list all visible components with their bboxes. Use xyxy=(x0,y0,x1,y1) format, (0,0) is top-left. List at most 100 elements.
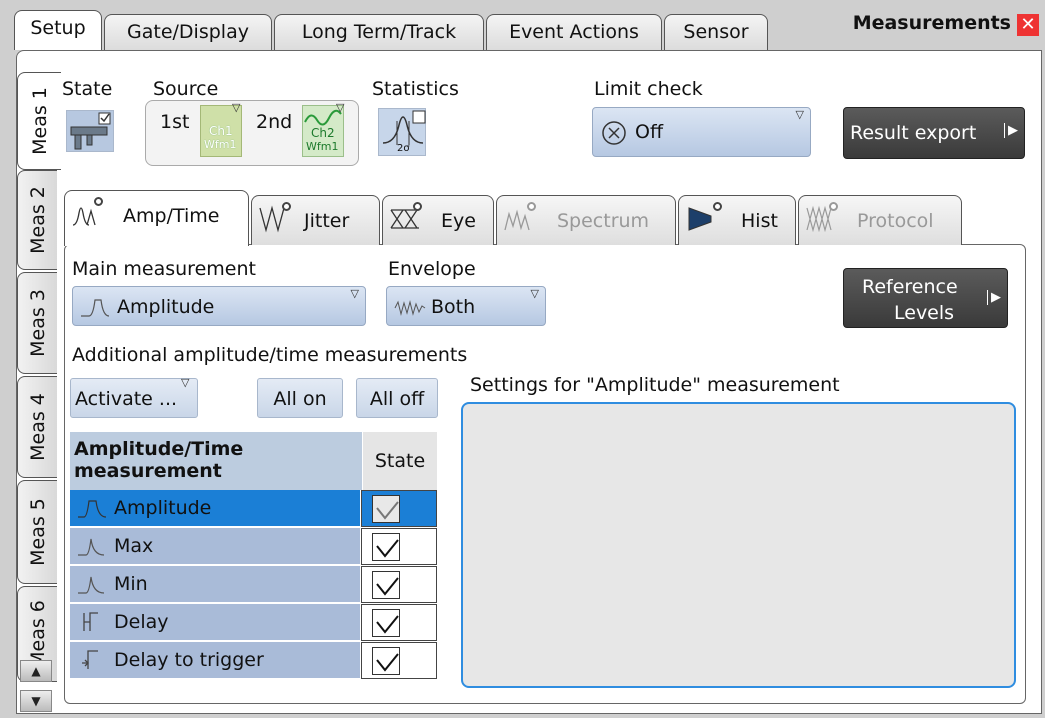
source-1st-label: 1st xyxy=(160,111,190,133)
sub-tab-jitter[interactable]: Jitter xyxy=(251,195,380,245)
main-measurement-dropdown[interactable]: Amplitude ▽ xyxy=(72,286,366,326)
checkmark-icon xyxy=(376,577,399,596)
min-checkbox[interactable] xyxy=(372,571,400,599)
eye-dot xyxy=(413,202,422,211)
amplitude-checkbox[interactable] xyxy=(372,495,400,523)
amp-time-active-dot xyxy=(94,197,103,206)
amplitude-icon xyxy=(78,500,107,518)
state-cell xyxy=(361,528,437,565)
max-checkbox[interactable] xyxy=(372,533,400,561)
side-tab-meas-5[interactable]: Meas 5 xyxy=(17,480,57,584)
sub-tab-label: Amp/Time xyxy=(123,205,220,227)
off-circle-icon xyxy=(602,121,626,145)
result-export-button[interactable]: Result export ▶ xyxy=(843,107,1025,159)
row-label: Min xyxy=(70,566,360,603)
sub-tab-hist[interactable]: Hist xyxy=(678,195,796,245)
amplitude-icon xyxy=(81,299,110,317)
delay-to-trigger-icon xyxy=(82,650,98,669)
row-label: Delay to trigger xyxy=(70,642,360,679)
dialog-title: Measurements xyxy=(852,12,1011,34)
side-tab-label: Meas 3 xyxy=(26,289,49,357)
arrow-right-icon: ▶ xyxy=(1004,123,1018,138)
reference-levels-line2: Levels xyxy=(894,302,955,324)
envelope-icon xyxy=(394,300,426,316)
envelope-dropdown[interactable]: Both ▽ xyxy=(386,286,546,326)
histogram-icon xyxy=(688,207,712,231)
source-group: 1st Ch1 Wfm1 ▽ 2nd Ch2 Wfm1 ▽ xyxy=(145,100,359,166)
tab-long-term-track[interactable]: Long Term/Track xyxy=(274,14,484,50)
state-cell xyxy=(361,604,437,641)
all-on-button[interactable]: All on xyxy=(257,378,343,418)
state-cell xyxy=(361,566,437,603)
table-header-measurement: Amplitude/Time measurement xyxy=(70,432,362,490)
state-toggle[interactable] xyxy=(66,110,114,152)
side-tab-label: Meas 6 xyxy=(26,600,49,668)
sub-tab-label: Protocol xyxy=(857,210,934,232)
source-2-line1: Ch2 xyxy=(311,126,335,140)
checkmark-icon xyxy=(376,653,399,672)
table-row-min[interactable]: Min xyxy=(70,566,437,604)
side-tab-label: Meas 4 xyxy=(26,393,49,461)
additional-measurements-label: Additional amplitude/time measurements xyxy=(72,344,468,366)
side-tab-label: Meas 2 xyxy=(26,186,49,254)
tab-event-actions[interactable]: Event Actions xyxy=(486,14,662,50)
envelope-dropdown-icon: ▽ xyxy=(530,287,539,300)
source-2-line2: Wfm1 xyxy=(306,140,339,153)
sub-tab-amp-time[interactable]: Amp/Time xyxy=(64,190,249,246)
source-1-line1: Ch1 xyxy=(209,124,233,138)
delay-icon xyxy=(83,612,98,631)
limit-check-value: Off xyxy=(635,121,664,143)
reference-levels-button[interactable]: Reference Levels ▶ xyxy=(843,268,1008,328)
activate-dropdown-icon: ▽ xyxy=(181,376,190,389)
table-row-delay-to-trigger[interactable]: Delay to trigger xyxy=(70,642,437,680)
scroll-down-button[interactable]: ▼ xyxy=(20,690,52,712)
envelope-value: Both xyxy=(431,296,476,318)
main-measurement-dropdown-icon: ▽ xyxy=(350,287,359,300)
limit-check-dropdown[interactable]: Off ▽ xyxy=(592,107,811,157)
sub-tab-eye[interactable]: Eye xyxy=(382,195,494,245)
caliper-icon xyxy=(70,112,111,150)
source-2-dropdown-icon: ▽ xyxy=(336,101,345,114)
source-2nd-label: 2nd xyxy=(256,111,293,133)
tab-setup[interactable]: Setup xyxy=(14,10,102,50)
side-tab-label: Meas 5 xyxy=(26,498,49,566)
sub-tab-label: Hist xyxy=(741,210,778,232)
close-icon[interactable]: ✕ xyxy=(1017,14,1039,36)
checkmark-icon xyxy=(376,501,399,520)
result-export-label: Result export xyxy=(850,122,977,144)
side-tab-meas-1[interactable]: Meas 1 xyxy=(17,72,61,170)
state-cell xyxy=(361,490,437,527)
side-tab-meas-4[interactable]: Meas 4 xyxy=(17,376,57,478)
delay-to-trigger-checkbox[interactable] xyxy=(372,647,400,675)
row-label: Amplitude xyxy=(70,490,360,527)
sub-tab-label: Jitter xyxy=(304,210,350,232)
side-tab-meas-3[interactable]: Meas 3 xyxy=(17,272,57,374)
jitter-dot xyxy=(282,202,291,211)
side-tab-label: Meas 1 xyxy=(28,87,51,155)
tab-sensor[interactable]: Sensor xyxy=(664,14,768,50)
scroll-up-button[interactable]: ▲ xyxy=(20,660,52,682)
source-1-dropdown-icon: ▽ xyxy=(232,101,241,114)
sub-tab-protocol[interactable]: Protocol xyxy=(798,195,962,245)
side-tab-meas-2[interactable]: Meas 2 xyxy=(17,170,57,270)
checkmark-icon xyxy=(376,615,399,634)
sub-tab-spectrum[interactable]: Spectrum xyxy=(496,195,676,245)
state-label: State xyxy=(62,78,113,100)
checkmark-icon xyxy=(376,539,399,558)
table-row-max[interactable]: Max xyxy=(70,528,437,566)
tab-gate-display[interactable]: Gate/Display xyxy=(104,14,272,50)
table-row-amplitude[interactable]: Amplitude xyxy=(70,490,437,528)
main-measurement-value: Amplitude xyxy=(117,296,215,318)
activate-button[interactable]: Activate ... ▽ xyxy=(70,376,198,418)
statistics-sigma-label: 2σ xyxy=(397,143,410,154)
hist-dot xyxy=(713,202,722,211)
row-label: Max xyxy=(70,528,360,565)
delay-checkbox[interactable] xyxy=(372,609,400,637)
arrow-right-icon: ▶ xyxy=(987,290,1001,305)
all-off-button[interactable]: All off xyxy=(356,378,438,418)
statistics-label: Statistics xyxy=(372,78,459,100)
row-label: Delay xyxy=(70,604,360,641)
table-row-delay[interactable]: Delay xyxy=(70,604,437,642)
reference-levels-line1: Reference xyxy=(862,276,958,298)
statistics-toggle[interactable]: 2σ xyxy=(378,108,426,156)
